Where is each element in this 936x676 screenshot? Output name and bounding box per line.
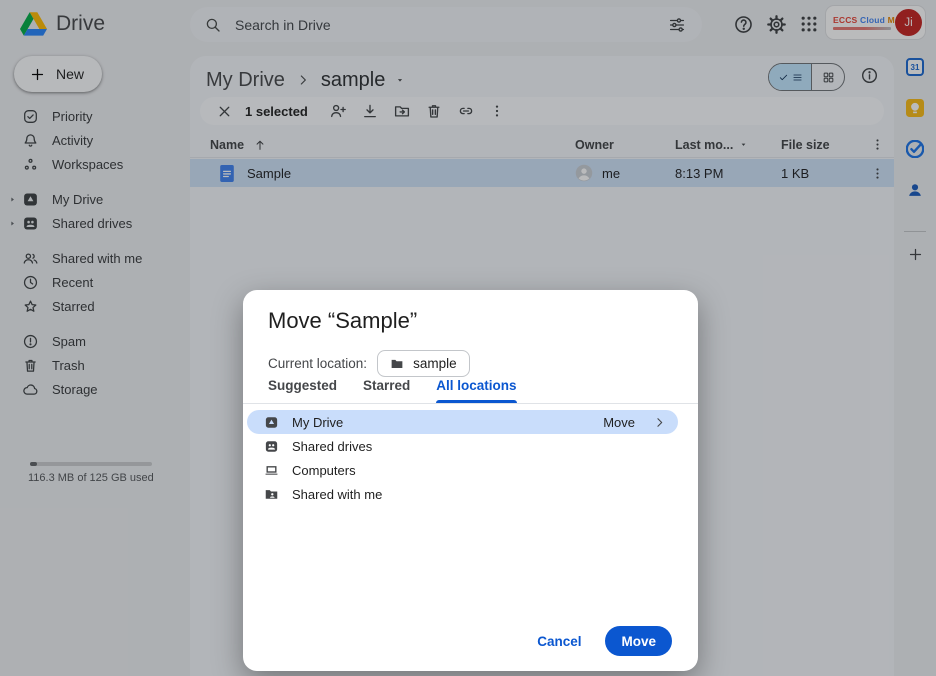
cancel-button[interactable]: Cancel [537,634,581,649]
shared-folder-icon [264,487,279,502]
tab-all-locations[interactable]: All locations [436,378,516,403]
current-location-label: Current location: [268,356,367,371]
location-row-shared-drives[interactable]: Shared drives [247,434,678,458]
move-dialog: Move “Sample” Current location: sample S… [243,290,698,671]
tab-starred[interactable]: Starred [363,378,410,403]
location-row-computers[interactable]: Computers [247,458,678,482]
chevron-right-icon[interactable] [652,415,667,430]
my-drive-icon [264,415,279,430]
tab-suggested[interactable]: Suggested [268,378,337,403]
computer-icon [264,463,279,478]
row-move-button[interactable]: Move [603,415,635,430]
dialog-title: Move “Sample” [268,308,417,334]
dialog-tabs: Suggested Starred All locations [268,378,517,403]
location-row-shared-with-me[interactable]: Shared with me [247,482,678,506]
tabs-divider [243,403,698,404]
location-list: My Drive Move Shared drives Computers Sh… [247,410,678,506]
location-row-my-drive[interactable]: My Drive Move [247,410,678,434]
google-drive-window: Drive Search in Drive [0,0,936,676]
shared-drives-icon [264,439,279,454]
folder-icon [390,357,404,371]
current-location-chip[interactable]: sample [377,350,470,377]
move-confirm-button[interactable]: Move [605,626,672,656]
